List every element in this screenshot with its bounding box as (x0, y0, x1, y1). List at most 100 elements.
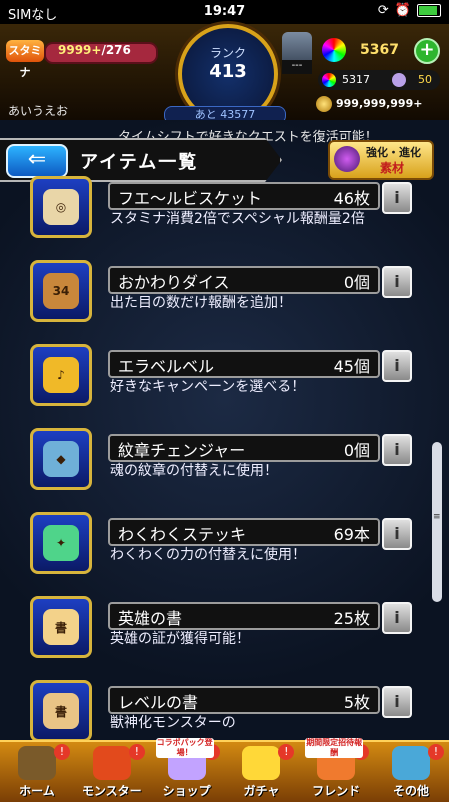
item-info-button[interactable]: i (382, 434, 412, 466)
item-quantity: 69本 (333, 525, 370, 544)
item-row[interactable]: ◆ 紋章チェンジャー 0個 i 魂の紋章の付替えに使用！ (30, 424, 412, 496)
nav-item[interactable]: ショップ !コラボパック登場！ (150, 738, 224, 802)
stamina-current: 9999+ (58, 43, 102, 57)
item-description: 好きなキャンペーンを選べる！ (110, 379, 306, 395)
battery-icon (417, 4, 441, 17)
item-info-button[interactable]: i (382, 686, 412, 718)
item-name: レベルの書 (118, 693, 199, 712)
item-glyph: 書 (43, 609, 79, 645)
enhance-label: 強化・進化 (366, 146, 421, 159)
item-row[interactable]: ♪ エラベルベル 45個 i 好きなキャンペーンを選べる！ (30, 340, 412, 412)
sub-currency-row: 5317 50 (318, 70, 440, 90)
nav-label: モンスター (81, 784, 142, 798)
bottom-nav: ホーム ! モンスター ! ショップ !コラボパック登場！ ガチャ ! フレンド… (0, 738, 449, 802)
item-icon: ♪ (30, 344, 92, 406)
item-quantity: 0個 (343, 441, 370, 460)
nav-icon (92, 746, 131, 780)
item-header: わくわくステッキ 69本 (108, 518, 380, 546)
item-description: 英雄の証が獲得可能！ (110, 631, 250, 647)
item-glyph: 34 (43, 273, 79, 309)
small-orb-icon (322, 73, 336, 87)
nav-icon (392, 746, 430, 780)
item-header: レベルの書 5枚 (108, 686, 380, 714)
item-icon: ◆ (30, 428, 92, 490)
item-glyph: ♪ (43, 357, 79, 393)
item-name: エラベルベル (118, 357, 215, 376)
item-name: おかわりダイス (118, 273, 230, 292)
nav-item[interactable]: ガチャ ! (224, 742, 298, 802)
item-quantity: 46枚 (333, 189, 370, 208)
stamina-badge: スタミナ (6, 40, 44, 79)
item-info-button[interactable]: i (382, 266, 412, 298)
item-icon: 書 (30, 680, 92, 740)
tab-label: あいうえお (8, 104, 69, 118)
item-header: 紋章チェンジャー 0個 (108, 434, 380, 462)
nav-item[interactable]: ホーム ! (0, 742, 74, 802)
nav-label: その他 (392, 784, 429, 798)
item-header: エラベルベル 45個 (108, 350, 380, 378)
item-row[interactable]: ◎ フエ～ルビスケット 46枚 i スタミナ消費2倍でスペシャル報酬量2倍 (30, 172, 412, 244)
nav-icon (18, 746, 56, 780)
item-info-button[interactable]: i (382, 602, 412, 634)
coin-icon (316, 96, 332, 112)
item-row[interactable]: ✦ わくわくステッキ 69本 i わくわくの力の付替えに使用！ (30, 508, 412, 580)
item-icon: ◎ (30, 176, 92, 238)
stamina-max: /276 (101, 43, 131, 57)
notification-badge: ! (54, 744, 70, 760)
item-quantity: 25枚 (333, 609, 370, 628)
rank-value: 413 (209, 61, 247, 82)
coin-count: 999,999,999+ (336, 97, 423, 110)
rank-label: ランク (209, 46, 246, 60)
buy-orb-button[interactable]: + (414, 38, 440, 64)
nav-label: ホーム (19, 784, 55, 798)
box-tag: --- (282, 60, 312, 74)
alarm-icon: ⏰ (394, 3, 411, 18)
status-bar: SIMなし 19:47 ⟳ ⏰ (0, 0, 449, 24)
item-name: フエ～ルビスケット (118, 189, 263, 208)
orb-icon (322, 38, 346, 62)
scrollbar[interactable] (432, 442, 442, 602)
item-description: 出た目の数だけ報酬を追加！ (110, 295, 292, 311)
page-title: アイテム一覧 (80, 152, 199, 173)
item-info-button[interactable]: i (382, 182, 412, 214)
material-icon (334, 146, 360, 172)
item-glyph: ◎ (43, 189, 79, 225)
item-quantity: 45個 (333, 357, 370, 376)
promo-tag: コラボパック登場！ (155, 738, 214, 758)
lock-rotation-icon: ⟳ (377, 3, 389, 18)
item-info-button[interactable]: i (382, 350, 412, 382)
item-description: スタミナ消費2倍でスペシャル報酬量2倍 (110, 211, 365, 227)
nav-item[interactable]: フレンド !期間限定招待報酬 (299, 738, 373, 802)
stamina-value: 9999+/276 (58, 43, 131, 57)
item-icon: 書 (30, 596, 92, 658)
item-header: フエ～ルビスケット 46枚 (108, 182, 380, 210)
item-description: 魂の紋章の付替えに使用！ (110, 463, 278, 479)
sub-orb-count: 5317 (342, 73, 370, 86)
notification-badge: ! (278, 744, 295, 760)
item-description: わくわくの力の付替えに使用！ (110, 547, 306, 563)
notification-badge: ! (128, 744, 145, 760)
nav-icon (242, 746, 281, 780)
item-name: 紋章チェンジャー (118, 441, 246, 460)
item-header: おかわりダイス 0個 (108, 266, 380, 294)
status-icons: ⟳ ⏰ (378, 3, 441, 18)
item-row[interactable]: 書 英雄の書 25枚 i 英雄の証が獲得可能！ (30, 592, 412, 664)
item-row[interactable]: 書 レベルの書 5枚 i 獣神化モンスターの (30, 676, 412, 740)
nav-item[interactable]: その他 ! (374, 742, 448, 802)
nav-label: ガチャ (243, 784, 280, 798)
item-glyph: ◆ (43, 441, 79, 477)
orb-count: 5367 (360, 42, 399, 58)
item-icon: 34 (30, 260, 92, 322)
item-description: 獣神化モンスターの (110, 715, 236, 731)
item-name: わくわくステッキ (118, 525, 247, 544)
nav-item[interactable]: モンスター ! (75, 742, 149, 802)
notification-badge: ! (428, 744, 444, 760)
item-info-button[interactable]: i (382, 518, 412, 550)
item-glyph: 書 (43, 693, 79, 729)
item-row[interactable]: 34 おかわりダイス 0個 i 出た目の数だけ報酬を追加！ (30, 256, 412, 328)
item-name: 英雄の書 (118, 609, 183, 628)
item-icon: ✦ (30, 512, 92, 574)
item-list-screen: タイムシフトで好きなクエストを復活可能！ ⇐ アイテム一覧 強化・進化 素材 ◎… (0, 120, 449, 740)
nav-label: フレンド (312, 784, 361, 798)
gem-icon (392, 73, 406, 87)
